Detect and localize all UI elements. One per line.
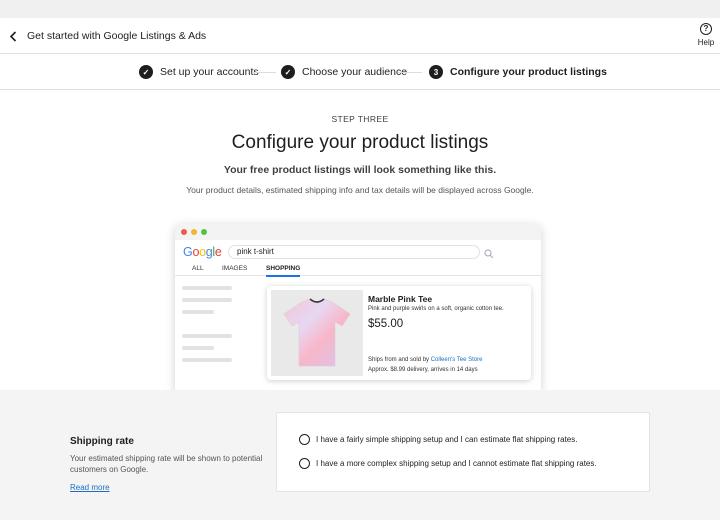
help-label: Help <box>697 38 715 47</box>
checkmark-icon: ✓ <box>139 65 153 79</box>
search-icon <box>484 246 494 259</box>
window-minimize-dot <box>191 229 197 235</box>
shipping-options-card: I have a fairly simple shipping setup an… <box>276 412 650 492</box>
browser-title-bar <box>175 224 541 240</box>
radio-button[interactable] <box>299 434 310 445</box>
search-tabs: ALL IMAGES SHOPPING <box>175 265 541 277</box>
shipping-option-complex[interactable]: I have a more complex shipping setup and… <box>299 458 597 469</box>
google-logo: Google <box>183 245 222 259</box>
shipping-rate-section: Shipping rate Your estimated shipping ra… <box>0 390 720 520</box>
tshirt-icon <box>283 298 351 367</box>
skeleton-line <box>182 346 214 350</box>
top-bar: Get started with Google Listings & Ads ?… <box>0 0 720 54</box>
skeleton-line <box>182 334 232 338</box>
product-delivery: Approx. $8.99 delivery, arrives in 14 da… <box>368 367 478 373</box>
listing-preview-browser: Google pink t-shirt ALL IMAGES SHOPPING <box>175 224 541 392</box>
skeleton-line <box>182 286 232 290</box>
radio-button[interactable] <box>299 458 310 469</box>
shipping-option-simple[interactable]: I have a fairly simple shipping setup an… <box>299 434 577 445</box>
product-price: $55.00 <box>368 318 404 330</box>
step-label: Configure your product listings <box>450 66 607 78</box>
step-configure-listings[interactable]: 3 Configure your product listings <box>429 65 607 79</box>
step-choose-audience[interactable]: ✓ Choose your audience <box>281 65 407 79</box>
seller-prefix: Ships from and sold by <box>368 357 431 363</box>
step-divider <box>398 72 422 73</box>
step-label: Choose your audience <box>302 66 408 78</box>
step-set-up-accounts[interactable]: ✓ Set up your accounts <box>139 65 259 79</box>
top-strip <box>0 0 720 18</box>
shipping-rate-description: Your estimated shipping rate will be sho… <box>70 454 263 474</box>
store-link: Colleen's Tee Store <box>430 357 483 363</box>
help-icon: ? <box>700 23 712 35</box>
step-divider <box>252 72 276 73</box>
page-title: Configure your product listings <box>231 132 489 153</box>
step-label: Set up your accounts <box>160 66 259 78</box>
checkmark-icon: ✓ <box>281 65 295 79</box>
window-maximize-dot <box>201 229 207 235</box>
tab-images: IMAGES <box>222 265 248 272</box>
page-header-title: Get started with Google Listings & Ads <box>27 30 207 42</box>
option-label: I have a fairly simple shipping setup an… <box>316 435 578 444</box>
read-more-link[interactable]: Read more <box>70 483 110 492</box>
skeleton-line <box>182 310 214 314</box>
step-eyebrow: STEP THREE <box>331 114 389 124</box>
product-image <box>271 290 363 376</box>
skeleton-line <box>182 358 232 362</box>
product-seller: Ships from and sold by Colleen's Tee Sto… <box>368 357 482 363</box>
product-description: Pink and purple swirls on a soft, organi… <box>368 306 504 312</box>
step-number: 3 <box>429 65 443 79</box>
tab-all: ALL <box>192 265 204 272</box>
page-subtitle: Your free product listings will look som… <box>223 164 497 176</box>
product-card: Marble Pink Tee Pink and purple swirls o… <box>267 286 531 380</box>
option-label: I have a more complex shipping setup and… <box>316 459 597 468</box>
page-description: Your product details, estimated shipping… <box>186 185 534 195</box>
tab-shopping: SHOPPING <box>266 265 301 277</box>
skeleton-line <box>182 298 232 302</box>
help-button[interactable]: ? Help <box>694 23 718 47</box>
stepper: ✓ Set up your accounts ✓ Choose your aud… <box>0 54 720 90</box>
shipping-rate-title: Shipping rate <box>70 436 134 447</box>
back-arrow-icon[interactable] <box>6 28 20 44</box>
product-name: Marble Pink Tee <box>368 294 433 304</box>
search-input: pink t-shirt <box>228 245 480 259</box>
window-close-dot <box>181 229 187 235</box>
